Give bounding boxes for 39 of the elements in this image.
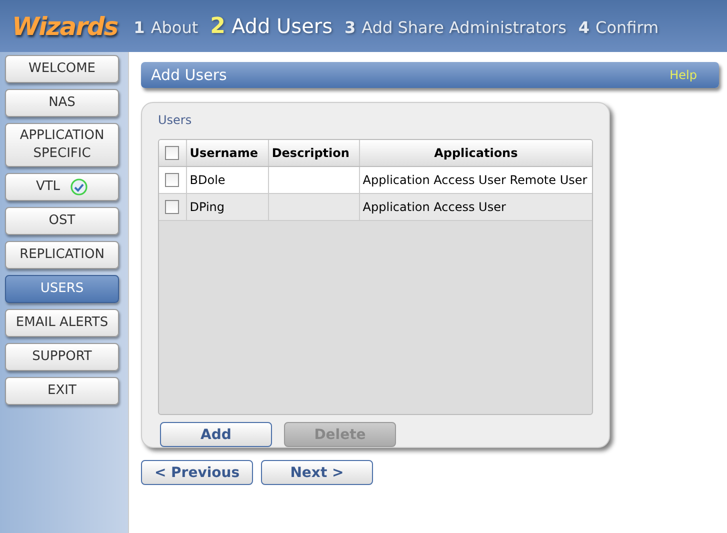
sidebar-item[interactable]: WELCOME [5,55,119,83]
sidebar-item[interactable]: EXIT [5,377,119,405]
wizard-step[interactable]: 1 About [134,18,198,36]
table-cell: DPing [186,194,269,220]
sidebar-item[interactable]: OST [5,207,119,235]
sidebar-item[interactable]: SUPPORT [5,343,119,371]
wizard-step[interactable]: 3 Add Share Administrators [344,18,566,36]
table-cell-text: Application Access User Remote User [362,172,588,189]
panel-title: Add Users [151,66,227,84]
sidebar-item[interactable]: APPLICATION SPECIFIC [5,123,119,167]
step-number: 2 [210,14,226,38]
step-label: Confirm [596,18,659,36]
step-label: Add Users [231,14,333,38]
action-button[interactable]: Add [160,422,272,447]
step-number: 1 [134,18,145,36]
column-header: Applications [433,145,519,162]
table-cell: BDole [186,167,269,193]
step-number: 3 [344,18,356,36]
checkbox[interactable] [165,200,180,214]
column-header: Description [268,140,360,166]
sidebar-item[interactable]: REPLICATION [5,241,119,269]
wizard-step[interactable]: 4 Confirm [578,18,659,36]
action-button[interactable]: < Previous [141,460,253,485]
checkbox[interactable] [165,173,180,187]
logo: Wizards [12,12,118,40]
step-label: Add Share Administrators [362,18,566,36]
sidebar-item[interactable]: VTL [5,173,119,201]
step-number: 4 [578,18,590,36]
wizard-step[interactable]: 2 Add Users [210,14,333,38]
sidebar-item[interactable]: USERS [5,275,119,303]
column-header: Username [186,140,269,166]
step-label: About [150,18,198,36]
section-label: Users [158,113,193,127]
check-circle-icon [70,178,88,196]
action-button[interactable]: Next > [261,460,373,485]
sidebar-item[interactable]: EMAIL ALERTS [5,309,119,337]
checkbox[interactable] [165,146,180,160]
sidebar-item[interactable]: NAS [5,89,119,117]
table-cell-text: Application Access User [362,199,507,216]
